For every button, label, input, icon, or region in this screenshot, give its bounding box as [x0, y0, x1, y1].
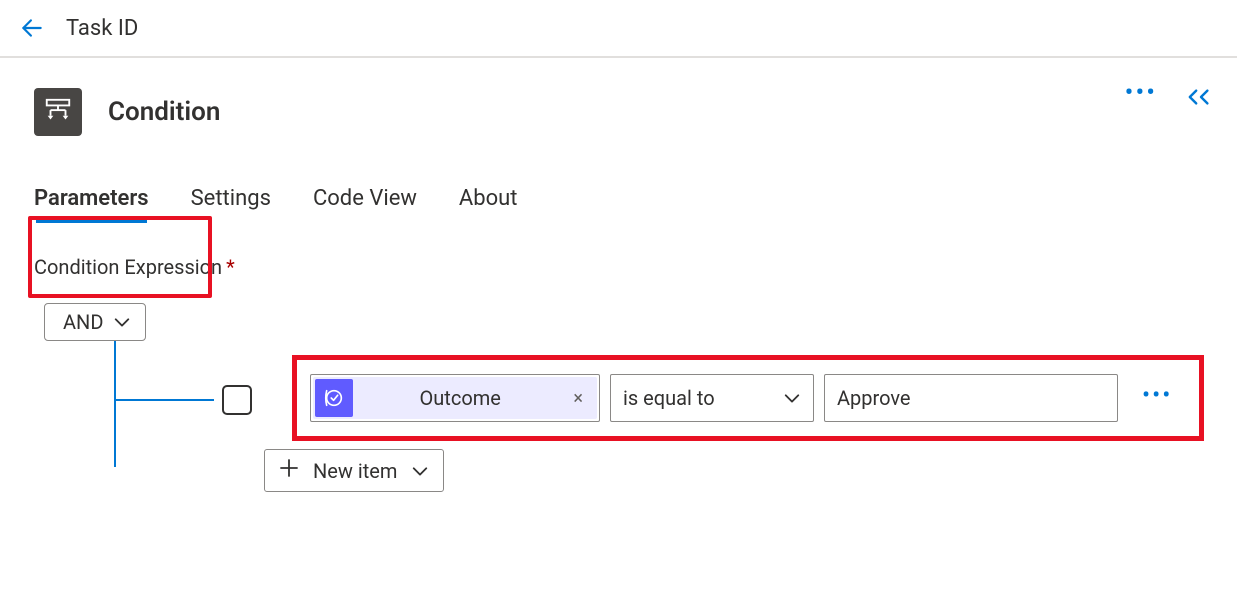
left-operand-field[interactable]: Outcome × — [310, 374, 600, 422]
panel-more-button[interactable]: ••• — [1125, 80, 1157, 114]
tab-settings[interactable]: Settings — [191, 186, 271, 219]
group-operator-button[interactable]: AND — [44, 303, 146, 341]
panel-header: Condition ••• — [34, 88, 1203, 136]
arrow-left-icon — [19, 15, 45, 41]
plus-icon — [279, 458, 299, 483]
panel-title: Condition — [108, 97, 220, 127]
page-title: Task ID — [66, 16, 138, 41]
back-button[interactable] — [16, 12, 48, 44]
condition-expression-label: Condition Expression* — [34, 255, 1203, 279]
new-item-button[interactable]: New item — [264, 449, 444, 492]
section-label-text: Condition Expression — [34, 255, 222, 279]
operator-text: is equal to — [623, 386, 715, 410]
chevron-down-icon — [113, 315, 131, 329]
tree-connector-horizontal — [114, 399, 214, 401]
condition-icon — [34, 88, 82, 136]
tree-connector-vertical — [114, 341, 116, 467]
operator-dropdown[interactable]: is equal to — [610, 374, 814, 422]
double-chevron-left-icon — [1185, 85, 1217, 109]
condition-panel: Condition ••• Parameters Settings Code V… — [0, 58, 1237, 341]
condition-row: Outcome × is equal to Approve ••• — [310, 371, 1172, 425]
group-operator-label: AND — [63, 310, 103, 334]
value-field[interactable]: Approve — [824, 374, 1118, 422]
row-select-checkbox[interactable] — [222, 385, 252, 415]
tab-code-view[interactable]: Code View — [313, 186, 417, 219]
tabs: Parameters Settings Code View About — [34, 186, 1203, 219]
new-item-label: New item — [313, 459, 397, 483]
tab-parameters[interactable]: Parameters — [34, 186, 149, 219]
dynamic-content-icon — [315, 379, 353, 417]
token-remove-button[interactable]: × — [567, 388, 589, 409]
row-more-button[interactable]: ••• — [1142, 383, 1172, 413]
chevron-down-icon — [411, 464, 429, 478]
value-text: Approve — [837, 386, 911, 410]
collapse-button[interactable] — [1185, 85, 1217, 109]
chevron-down-icon — [783, 391, 801, 405]
tab-about[interactable]: About — [459, 186, 518, 219]
top-bar: Task ID — [0, 0, 1237, 58]
dynamic-token: Outcome × — [313, 377, 597, 419]
required-indicator: * — [226, 255, 235, 279]
token-label: Outcome — [363, 386, 557, 410]
